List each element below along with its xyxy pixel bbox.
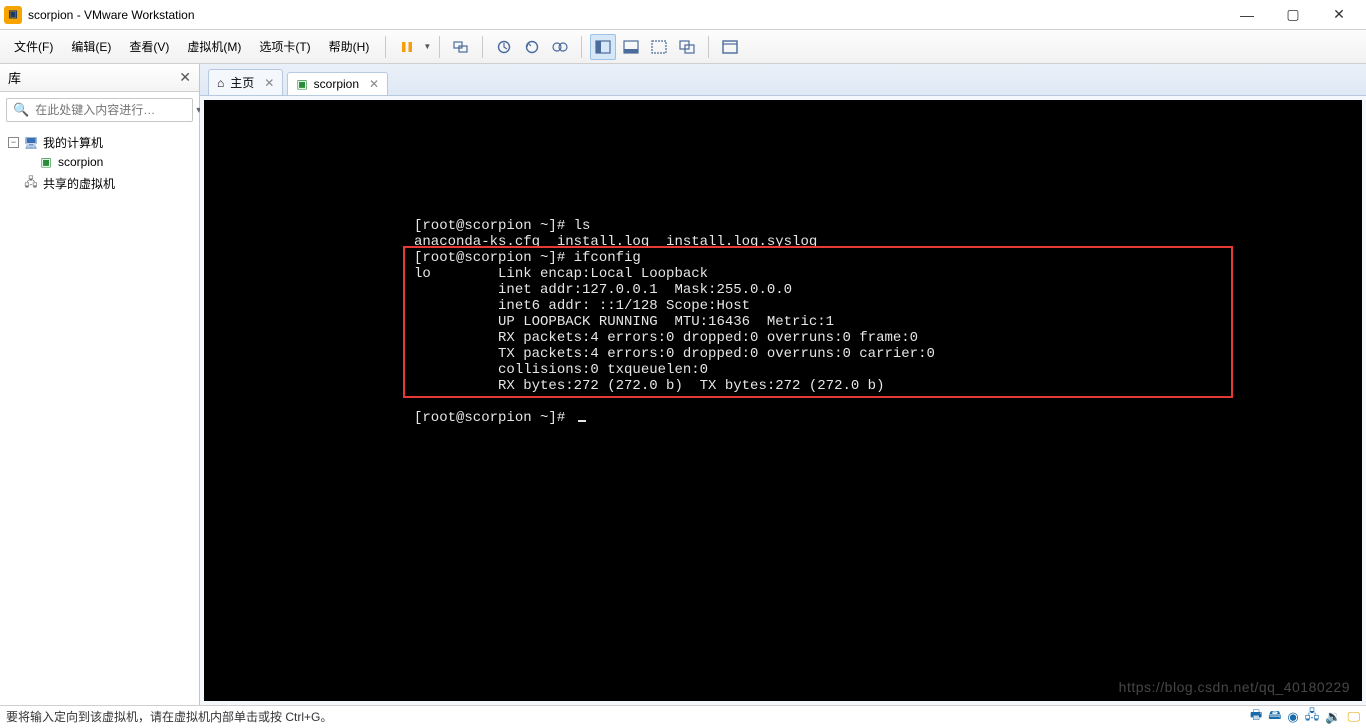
tree-node-my-computer[interactable]: − 🖥 我的计算机	[6, 132, 193, 153]
annotation-highlight-box	[403, 246, 1233, 398]
unity-button[interactable]	[674, 34, 700, 60]
close-button[interactable]: ✕	[1316, 0, 1362, 30]
tab-home-label: 主页	[230, 74, 254, 91]
tree-label-shared: 共享的虚拟机	[43, 175, 115, 192]
display-icon[interactable]: 🖵	[1347, 709, 1360, 725]
menu-file[interactable]: 文件(F)	[6, 34, 61, 59]
tab-scorpion-close[interactable]: ✕	[369, 77, 379, 91]
sidebar-header: 库 ✕	[0, 64, 199, 92]
sidebar-close-button[interactable]: ✕	[179, 69, 191, 86]
pause-dropdown[interactable]: ▼	[423, 42, 431, 51]
tabstrip: ⌂ 主页 ✕ ▣ scorpion ✕	[200, 64, 1366, 96]
menu-view[interactable]: 查看(V)	[121, 34, 177, 59]
status-text: 要将输入定向到该虚拟机，请在虚拟机内部单击或按 Ctrl+G。	[6, 708, 1250, 725]
search-input[interactable]	[35, 103, 190, 117]
app-icon: ▣	[4, 6, 22, 24]
tree-node-scorpion[interactable]: ▣ scorpion	[36, 153, 193, 171]
monitor-icon: 🖥	[23, 136, 39, 150]
view-console-button[interactable]	[590, 34, 616, 60]
statusbar: 要将输入定向到该虚拟机，请在虚拟机内部单击或按 Ctrl+G。 🖶 🖴 ◉ 🖧 …	[0, 705, 1366, 727]
tree-node-shared-vm[interactable]: 🖧 共享的虚拟机	[6, 171, 193, 196]
tree-toggle[interactable]: −	[8, 137, 19, 148]
tree-label-my-computer: 我的计算机	[43, 134, 103, 151]
tree-label-scorpion: scorpion	[58, 155, 103, 169]
snapshot-manage-button[interactable]	[547, 34, 573, 60]
window-title: scorpion - VMware Workstation	[28, 8, 195, 22]
status-icons: 🖶 🖴 ◉ 🖧 🔉 🖵	[1250, 706, 1360, 728]
shared-icon: 🖧	[23, 173, 39, 194]
tab-home-close[interactable]: ✕	[264, 76, 274, 90]
cd-icon[interactable]: ◉	[1287, 709, 1298, 725]
tab-scorpion[interactable]: ▣ scorpion ✕	[287, 72, 388, 95]
content: 库 ✕ 🔍 ▾ − 🖥 我的计算机 ▣ scorpion 🖧	[0, 64, 1366, 705]
home-icon: ⌂	[217, 76, 224, 90]
vm-tab-icon: ▣	[296, 77, 307, 91]
sidebar: 库 ✕ 🔍 ▾ − 🖥 我的计算机 ▣ scorpion 🖧	[0, 64, 200, 705]
menubar: 文件(F) 编辑(E) 查看(V) 虚拟机(M) 选项卡(T) 帮助(H) ▼	[0, 30, 1366, 64]
sidebar-title: 库	[8, 68, 21, 87]
maximize-button[interactable]: ▢	[1270, 0, 1316, 30]
library-tree: − 🖥 我的计算机 ▣ scorpion 🖧 共享的虚拟机	[0, 128, 199, 200]
snapshot-take-button[interactable]	[491, 34, 517, 60]
sound-icon[interactable]: 🔉	[1325, 709, 1341, 725]
hdd-icon[interactable]: 🖴	[1268, 706, 1281, 728]
vm-icon: ▣	[38, 155, 54, 169]
menu-edit[interactable]: 编辑(E)	[63, 34, 119, 59]
library-button[interactable]	[717, 34, 743, 60]
titlebar: ▣ scorpion - VMware Workstation — ▢ ✕	[0, 0, 1366, 30]
tab-scorpion-label: scorpion	[314, 77, 359, 91]
snapshot-revert-button[interactable]	[519, 34, 545, 60]
pause-button[interactable]	[394, 34, 420, 60]
main-panel: ⌂ 主页 ✕ ▣ scorpion ✕ [root@scorpion ~]# l…	[200, 64, 1366, 705]
watermark: https://blog.csdn.net/qq_40180229	[1119, 679, 1350, 695]
vm-console[interactable]: [root@scorpion ~]# ls anaconda-ks.cfg in…	[204, 100, 1362, 701]
send-ctrl-alt-del-button[interactable]	[448, 34, 474, 60]
tab-home[interactable]: ⌂ 主页 ✕	[208, 69, 283, 95]
network-icon[interactable]: 🖧	[1305, 706, 1320, 728]
printer-icon[interactable]: 🖶	[1250, 706, 1262, 728]
menu-vm[interactable]: 虚拟机(M)	[179, 34, 249, 59]
view-thumbnail-button[interactable]	[618, 34, 644, 60]
minimize-button[interactable]: —	[1224, 0, 1270, 30]
search-icon: 🔍	[13, 102, 29, 118]
menu-help[interactable]: 帮助(H)	[321, 34, 378, 59]
fullscreen-button[interactable]	[646, 34, 672, 60]
sidebar-search[interactable]: 🔍 ▾	[6, 98, 193, 122]
menu-tabs[interactable]: 选项卡(T)	[251, 34, 318, 59]
